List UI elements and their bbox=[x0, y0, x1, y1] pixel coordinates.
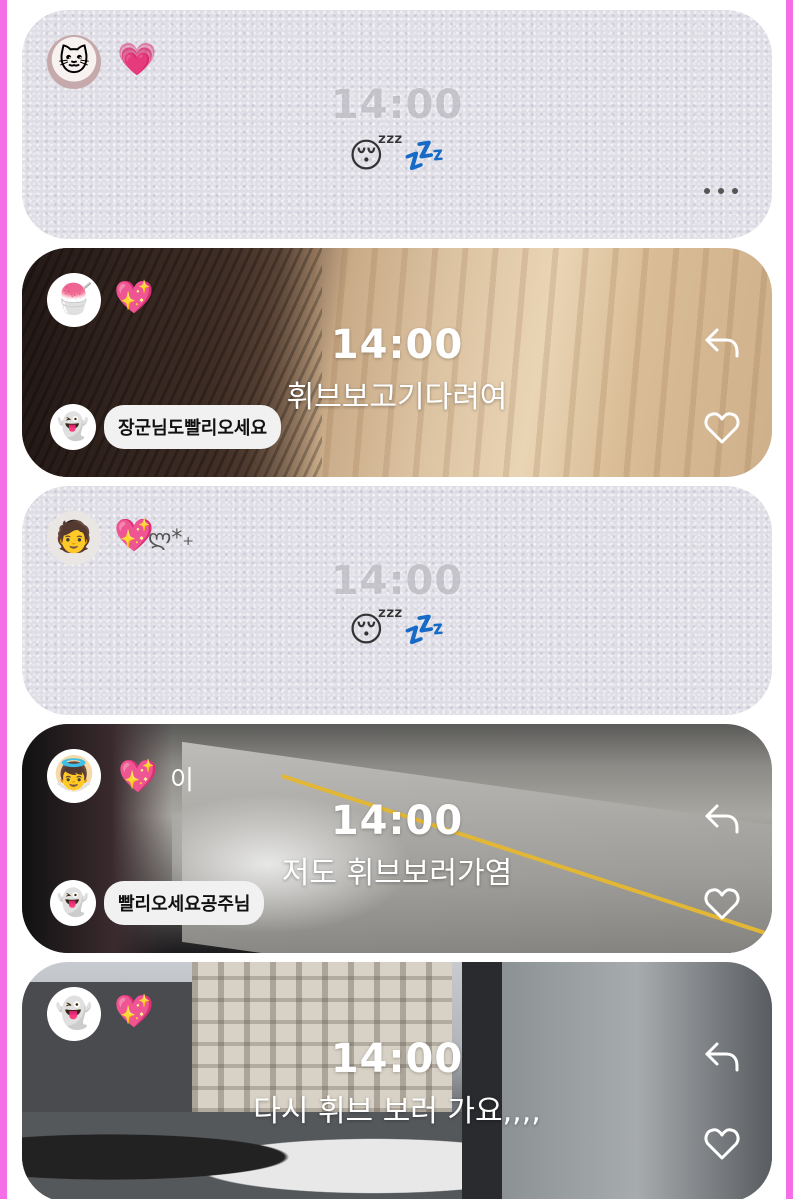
mention-avatar: 👻 bbox=[50, 880, 96, 926]
mention-avatar: 👻 bbox=[50, 404, 96, 450]
reply-icon[interactable] bbox=[702, 322, 742, 362]
like-heart-icon[interactable] bbox=[702, 1124, 742, 1164]
post-card[interactable]: 🐱 💗 14:00 😴💤 bbox=[22, 10, 772, 239]
post-time: 14:00 bbox=[330, 558, 464, 604]
sparkling-heart-sticker: 💖 bbox=[114, 278, 154, 316]
mention-tag[interactable]: 👻 빨리오세요공주님 bbox=[50, 880, 265, 926]
like-heart-icon[interactable] bbox=[702, 884, 742, 924]
post-caption: 😴💤 bbox=[348, 136, 446, 176]
shaved-ice-avatar[interactable]: 🍧 bbox=[47, 273, 101, 327]
frame-right-border bbox=[786, 0, 793, 1199]
sparkling-heart-sticker: 💖 bbox=[114, 992, 154, 1030]
post-card[interactable]: 🧑 💖 ლ*₊ 14:00 😴💤 bbox=[22, 486, 772, 715]
man-avatar[interactable]: 🧑 bbox=[47, 511, 101, 565]
heart-sticker: 💗 bbox=[117, 40, 157, 78]
ghost-avatar[interactable]: 👻 bbox=[47, 987, 101, 1041]
sticker-extra-text: ლ*₊ bbox=[148, 526, 195, 551]
mention-name: 장군님도빨리오세요 bbox=[104, 405, 282, 449]
mention-name: 빨리오세요공주님 bbox=[104, 881, 265, 925]
like-heart-icon[interactable] bbox=[702, 408, 742, 448]
post-card[interactable]: 🍧 💖 14:00 휘브보고기다려여 👻 장군님도빨리오세요 bbox=[22, 248, 772, 477]
reply-icon[interactable] bbox=[702, 798, 742, 838]
more-options-icon[interactable] bbox=[704, 186, 738, 196]
reply-icon[interactable] bbox=[702, 1036, 742, 1076]
sticker-extra-text: 이 bbox=[170, 766, 194, 796]
frame-left-border bbox=[0, 0, 7, 1199]
post-caption: 다시 휘브 보러 가요,,,, bbox=[253, 1094, 541, 1129]
post-time: 14:00 bbox=[330, 798, 464, 844]
sparkling-heart-sticker: 💖 bbox=[118, 757, 158, 795]
post-card[interactable]: 👻 💖 14:00 다시 휘브 보러 가요,,,, bbox=[22, 962, 772, 1199]
mention-tag[interactable]: 👻 장군님도빨리오세요 bbox=[50, 404, 282, 450]
hello-kitty-avatar[interactable]: 🐱 bbox=[47, 35, 101, 89]
post-time: 14:00 bbox=[330, 322, 464, 368]
angel-baby-avatar[interactable]: 👼 bbox=[47, 749, 101, 803]
post-card[interactable]: 👼 💖 이 14:00 저도 휘브보러가염 👻 빨리오세요공주님 bbox=[22, 724, 772, 953]
post-time: 14:00 bbox=[330, 1036, 464, 1082]
post-time: 14:00 bbox=[330, 82, 464, 128]
post-caption: 😴💤 bbox=[348, 610, 446, 650]
